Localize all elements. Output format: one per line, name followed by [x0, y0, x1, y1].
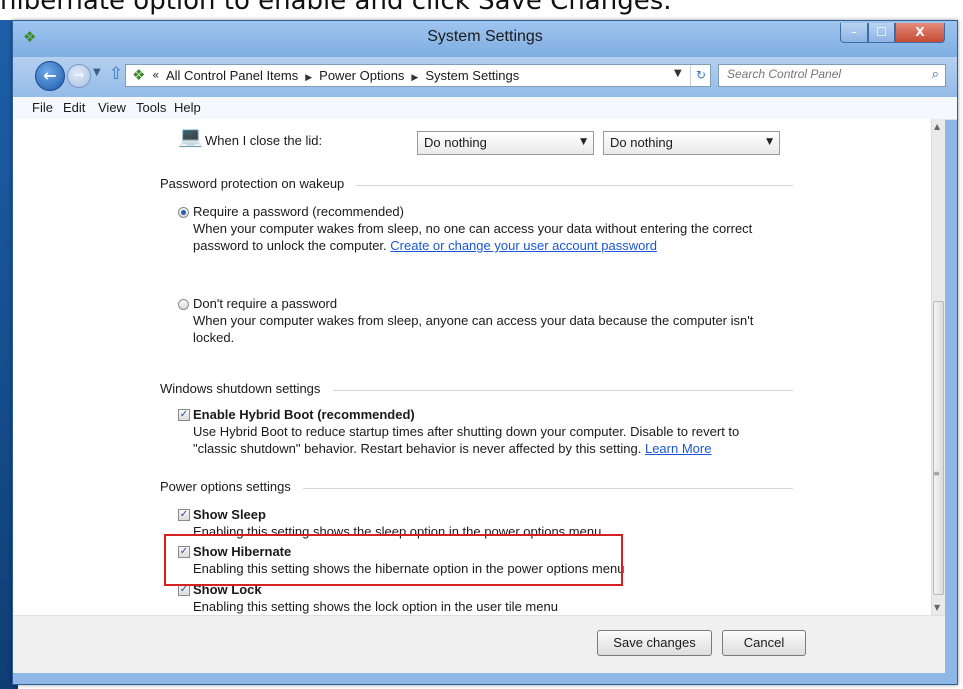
require-password-label[interactable]: Require a password (recommended) [193, 204, 404, 220]
require-password-desc: When your computer wakes from sleep, no … [193, 221, 753, 236]
window-title: System Settings [427, 28, 543, 45]
instruction-caption: hibernate option to enable and click Sav… [0, 0, 672, 16]
minimize-button[interactable]: – [840, 23, 868, 43]
no-password-radio[interactable] [178, 299, 189, 310]
chevron-right-icon[interactable]: ▶ [305, 72, 312, 82]
no-password-desc: When your computer wakes from sleep, any… [193, 313, 754, 328]
power-options-section-heading: Power options settings [160, 479, 291, 494]
chevron-down-icon: ▼ [766, 137, 773, 147]
divider [356, 185, 793, 186]
learn-more-link[interactable]: Learn More [645, 441, 711, 456]
up-arrow-icon[interactable]: ⇧ [109, 64, 123, 84]
cancel-button[interactable]: Cancel [722, 630, 806, 656]
menu-view[interactable]: View [98, 100, 126, 115]
lid-plugged-select[interactable]: Do nothing ▼ [603, 131, 780, 155]
back-button[interactable]: ← [35, 61, 65, 91]
search-box[interactable]: ⌕ [718, 64, 946, 87]
lid-battery-value: Do nothing [424, 135, 487, 150]
hybrid-boot-label[interactable]: Enable Hybrid Boot (recommended) [193, 407, 415, 423]
title-bar[interactable]: ❖ System Settings – ☐ X [13, 21, 957, 57]
laptop-lid-icon: 💻 [178, 124, 203, 148]
system-settings-window: ❖ System Settings – ☐ X ← → ▼ ⇧ ❖ « All … [12, 20, 958, 685]
refresh-icon[interactable]: ↻ [690, 65, 711, 86]
shutdown-section-heading: Windows shutdown settings [160, 381, 321, 396]
address-dropdown-icon[interactable]: ▼ [674, 68, 682, 79]
address-bar[interactable]: ❖ « All Control Panel Items ▶ Power Option… [125, 64, 711, 87]
no-password-label[interactable]: Don't require a password [193, 296, 337, 312]
close-button[interactable]: X [895, 23, 945, 43]
require-password-desc2: password to unlock the computer. Create … [193, 238, 657, 254]
hybrid-boot-desc: Use Hybrid Boot to reduce startup times … [193, 424, 740, 439]
no-password-desc2: locked. [193, 330, 235, 345]
scroll-up-arrow-icon[interactable]: ▲ [934, 122, 940, 131]
menu-edit[interactable]: Edit [63, 100, 85, 115]
menu-bar: File Edit View Tools Help [13, 97, 957, 120]
hibernate-highlight-box [164, 534, 623, 586]
button-bar: Save changes Cancel [13, 615, 945, 673]
password-section-heading: Password protection on wakeup [160, 176, 345, 191]
scrollbar-thumb[interactable] [933, 301, 944, 595]
maximize-button[interactable]: ☐ [868, 23, 895, 43]
breadcrumb: All Control Panel Items ▶ Power Options ▶ Sy… [166, 68, 519, 83]
change-password-link[interactable]: Create or change your user account passw… [390, 238, 657, 253]
recent-pages-dropdown-icon[interactable]: ▼ [93, 67, 101, 78]
chevron-left-icon[interactable]: « [152, 68, 159, 82]
divider [303, 488, 793, 489]
scrollbar-grip-icon: ≡ [933, 469, 940, 478]
show-sleep-checkbox[interactable]: ✓ [178, 509, 190, 521]
hybrid-boot-checkbox[interactable]: ✓ [178, 409, 190, 421]
show-lock-desc: Enabling this setting shows the lock opt… [193, 599, 558, 614]
menu-file[interactable]: File [32, 100, 53, 115]
scroll-down-arrow-icon[interactable]: ▼ [934, 603, 940, 612]
chevron-right-icon[interactable]: ▶ [411, 72, 418, 82]
menu-tools[interactable]: Tools [136, 100, 166, 115]
search-icon[interactable]: ⌕ [932, 67, 939, 82]
show-sleep-label[interactable]: Show Sleep [193, 507, 266, 523]
chevron-down-icon: ▼ [580, 137, 587, 147]
breadcrumb-power-options[interactable]: Power Options [319, 68, 404, 83]
breadcrumb-system-settings[interactable]: System Settings [425, 68, 519, 83]
lid-plugged-value: Do nothing [610, 135, 673, 150]
hybrid-boot-desc2: "classic shutdown" behavior. Restart beh… [193, 441, 711, 457]
divider [333, 390, 793, 391]
lid-battery-select[interactable]: Do nothing ▼ [417, 131, 594, 155]
navigation-bar: ← → ▼ ⇧ ❖ « All Control Panel Items ▶ Powe… [13, 57, 957, 97]
breadcrumb-all-items[interactable]: All Control Panel Items [166, 68, 298, 83]
require-password-desc2-text: password to unlock the computer. [193, 238, 387, 253]
hybrid-boot-desc2-text: "classic shutdown" behavior. Restart beh… [193, 441, 642, 456]
vertical-scrollbar[interactable]: ▲ ≡ ▼ [931, 119, 945, 615]
forward-button[interactable]: → [67, 64, 91, 88]
menu-help[interactable]: Help [174, 100, 201, 115]
require-password-radio[interactable] [178, 207, 189, 218]
save-changes-button[interactable]: Save changes [597, 630, 712, 656]
lid-label: When I close the lid: [205, 133, 323, 148]
control-panel-icon: ❖ [132, 66, 146, 84]
settings-content: 💻 When I close the lid: Do nothing ▼ Do … [13, 119, 931, 615]
search-input[interactable] [727, 67, 907, 81]
